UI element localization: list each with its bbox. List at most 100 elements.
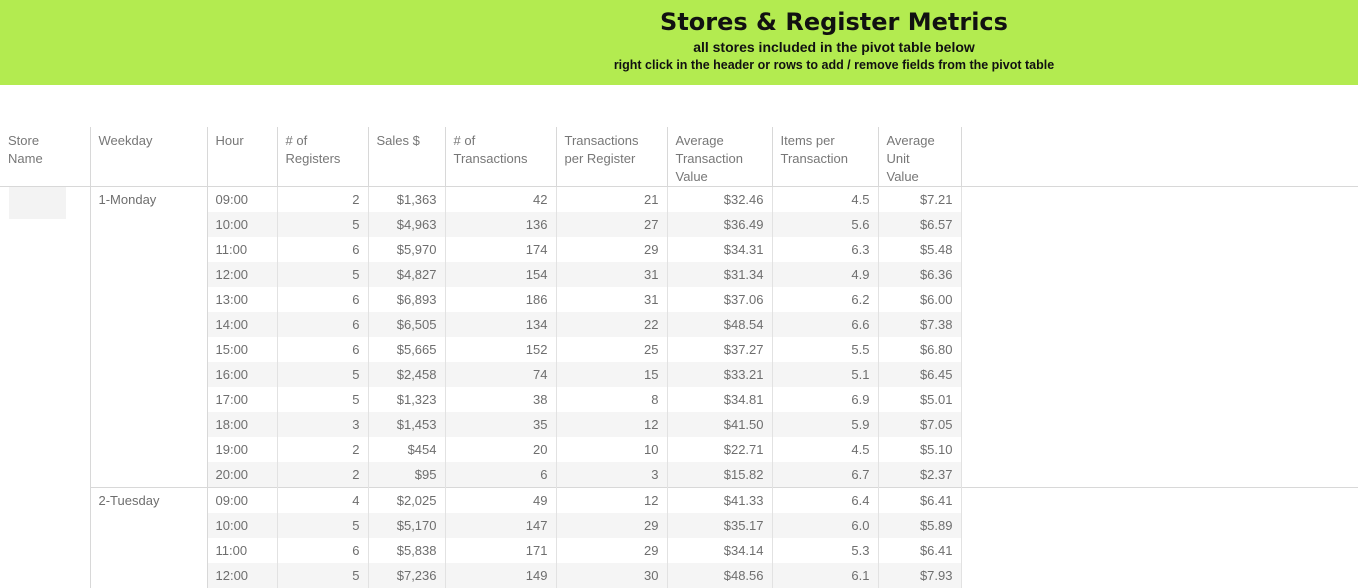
header-store-name[interactable]: StoreName [0, 127, 90, 187]
cell-hour[interactable]: 16:00 [207, 362, 277, 387]
cell-hour[interactable]: 13:00 [207, 287, 277, 312]
cell-transactions[interactable]: 186 [445, 287, 556, 312]
cell-avg-unit-value[interactable]: $6.36 [878, 262, 961, 287]
store-name-cell[interactable] [0, 187, 90, 588]
cell-avg-transaction-value[interactable]: $37.27 [667, 337, 772, 362]
cell-sales[interactable]: $7,236 [368, 563, 445, 588]
cell-items-per-transaction[interactable]: 6.2 [772, 287, 878, 312]
cell-sales[interactable]: $5,970 [368, 237, 445, 262]
cell-transactions[interactable]: 20 [445, 437, 556, 462]
cell-items-per-transaction[interactable]: 5.9 [772, 412, 878, 437]
cell-avg-transaction-value[interactable]: $37.06 [667, 287, 772, 312]
cell-avg-unit-value[interactable]: $5.48 [878, 237, 961, 262]
cell-transactions-per-register[interactable]: 29 [556, 513, 667, 538]
weekday-cell[interactable]: 1-Monday [90, 187, 207, 488]
cell-registers[interactable]: 6 [277, 287, 368, 312]
cell-avg-transaction-value[interactable]: $34.31 [667, 237, 772, 262]
cell-hour[interactable]: 14:00 [207, 312, 277, 337]
header-weekday[interactable]: Weekday [90, 127, 207, 187]
cell-transactions-per-register[interactable]: 31 [556, 262, 667, 287]
cell-avg-transaction-value[interactable]: $48.56 [667, 563, 772, 588]
cell-sales[interactable]: $2,458 [368, 362, 445, 387]
cell-transactions-per-register[interactable]: 10 [556, 437, 667, 462]
cell-avg-transaction-value[interactable]: $41.50 [667, 412, 772, 437]
cell-sales[interactable]: $5,838 [368, 538, 445, 563]
cell-hour[interactable]: 12:00 [207, 262, 277, 287]
cell-items-per-transaction[interactable]: 6.4 [772, 488, 878, 514]
cell-items-per-transaction[interactable]: 6.6 [772, 312, 878, 337]
cell-avg-unit-value[interactable]: $2.37 [878, 462, 961, 488]
cell-sales[interactable]: $95 [368, 462, 445, 488]
cell-hour[interactable]: 17:00 [207, 387, 277, 412]
cell-items-per-transaction[interactable]: 5.6 [772, 212, 878, 237]
header-items-per-transaction[interactable]: Items perTransaction [772, 127, 878, 187]
header-avg-unit-value[interactable]: AverageUnitValue [878, 127, 961, 187]
cell-avg-transaction-value[interactable]: $15.82 [667, 462, 772, 488]
cell-transactions[interactable]: 154 [445, 262, 556, 287]
cell-registers[interactable]: 5 [277, 387, 368, 412]
cell-transactions-per-register[interactable]: 27 [556, 212, 667, 237]
cell-transactions[interactable]: 171 [445, 538, 556, 563]
cell-hour[interactable]: 10:00 [207, 212, 277, 237]
cell-sales[interactable]: $1,453 [368, 412, 445, 437]
cell-transactions[interactable]: 6 [445, 462, 556, 488]
cell-hour[interactable]: 19:00 [207, 437, 277, 462]
table-row[interactable]: 2-Tuesday09:004$2,0254912$41.336.4$6.41 [0, 488, 1358, 514]
cell-sales[interactable]: $1,323 [368, 387, 445, 412]
weekday-cell[interactable]: 2-Tuesday [90, 488, 207, 588]
table-row[interactable]: 1-Monday09:002$1,3634221$32.464.5$7.21 [0, 187, 1358, 213]
cell-transactions-per-register[interactable]: 3 [556, 462, 667, 488]
cell-registers[interactable]: 5 [277, 563, 368, 588]
cell-transactions[interactable]: 174 [445, 237, 556, 262]
cell-avg-unit-value[interactable]: $7.21 [878, 187, 961, 213]
cell-avg-unit-value[interactable]: $6.80 [878, 337, 961, 362]
header-avg-transaction-value[interactable]: AverageTransactionValue [667, 127, 772, 187]
cell-avg-unit-value[interactable]: $6.57 [878, 212, 961, 237]
cell-sales[interactable]: $5,665 [368, 337, 445, 362]
header-sales[interactable]: Sales $ [368, 127, 445, 187]
cell-transactions[interactable]: 134 [445, 312, 556, 337]
cell-hour[interactable]: 15:00 [207, 337, 277, 362]
cell-items-per-transaction[interactable]: 5.3 [772, 538, 878, 563]
pivot-header-row[interactable]: StoreNameWeekdayHour# ofRegistersSales $… [0, 127, 1358, 187]
cell-transactions[interactable]: 49 [445, 488, 556, 514]
cell-avg-transaction-value[interactable]: $34.14 [667, 538, 772, 563]
cell-hour[interactable]: 09:00 [207, 187, 277, 213]
cell-hour[interactable]: 20:00 [207, 462, 277, 488]
cell-transactions[interactable]: 38 [445, 387, 556, 412]
cell-transactions-per-register[interactable]: 31 [556, 287, 667, 312]
cell-hour[interactable]: 11:00 [207, 538, 277, 563]
cell-items-per-transaction[interactable]: 6.9 [772, 387, 878, 412]
cell-avg-transaction-value[interactable]: $32.46 [667, 187, 772, 213]
cell-avg-unit-value[interactable]: $5.01 [878, 387, 961, 412]
cell-registers[interactable]: 6 [277, 312, 368, 337]
cell-transactions[interactable]: 149 [445, 563, 556, 588]
cell-registers[interactable]: 6 [277, 538, 368, 563]
cell-registers[interactable]: 5 [277, 362, 368, 387]
cell-items-per-transaction[interactable]: 4.5 [772, 437, 878, 462]
cell-avg-unit-value[interactable]: $7.05 [878, 412, 961, 437]
cell-avg-unit-value[interactable]: $6.00 [878, 287, 961, 312]
cell-transactions[interactable]: 152 [445, 337, 556, 362]
cell-transactions-per-register[interactable]: 21 [556, 187, 667, 213]
cell-avg-unit-value[interactable]: $6.41 [878, 488, 961, 514]
cell-sales[interactable]: $4,827 [368, 262, 445, 287]
cell-avg-transaction-value[interactable]: $33.21 [667, 362, 772, 387]
cell-sales[interactable]: $2,025 [368, 488, 445, 514]
cell-items-per-transaction[interactable]: 6.1 [772, 563, 878, 588]
cell-transactions-per-register[interactable]: 12 [556, 412, 667, 437]
cell-registers[interactable]: 5 [277, 513, 368, 538]
cell-avg-unit-value[interactable]: $7.38 [878, 312, 961, 337]
cell-sales[interactable]: $6,505 [368, 312, 445, 337]
cell-transactions-per-register[interactable]: 22 [556, 312, 667, 337]
cell-items-per-transaction[interactable]: 6.7 [772, 462, 878, 488]
cell-transactions[interactable]: 42 [445, 187, 556, 213]
header-transactions[interactable]: # ofTransactions [445, 127, 556, 187]
cell-transactions-per-register[interactable]: 29 [556, 237, 667, 262]
cell-avg-unit-value[interactable]: $7.93 [878, 563, 961, 588]
cell-sales[interactable]: $4,963 [368, 212, 445, 237]
cell-registers[interactable]: 3 [277, 412, 368, 437]
cell-transactions[interactable]: 147 [445, 513, 556, 538]
cell-avg-transaction-value[interactable]: $41.33 [667, 488, 772, 514]
cell-hour[interactable]: 09:00 [207, 488, 277, 514]
